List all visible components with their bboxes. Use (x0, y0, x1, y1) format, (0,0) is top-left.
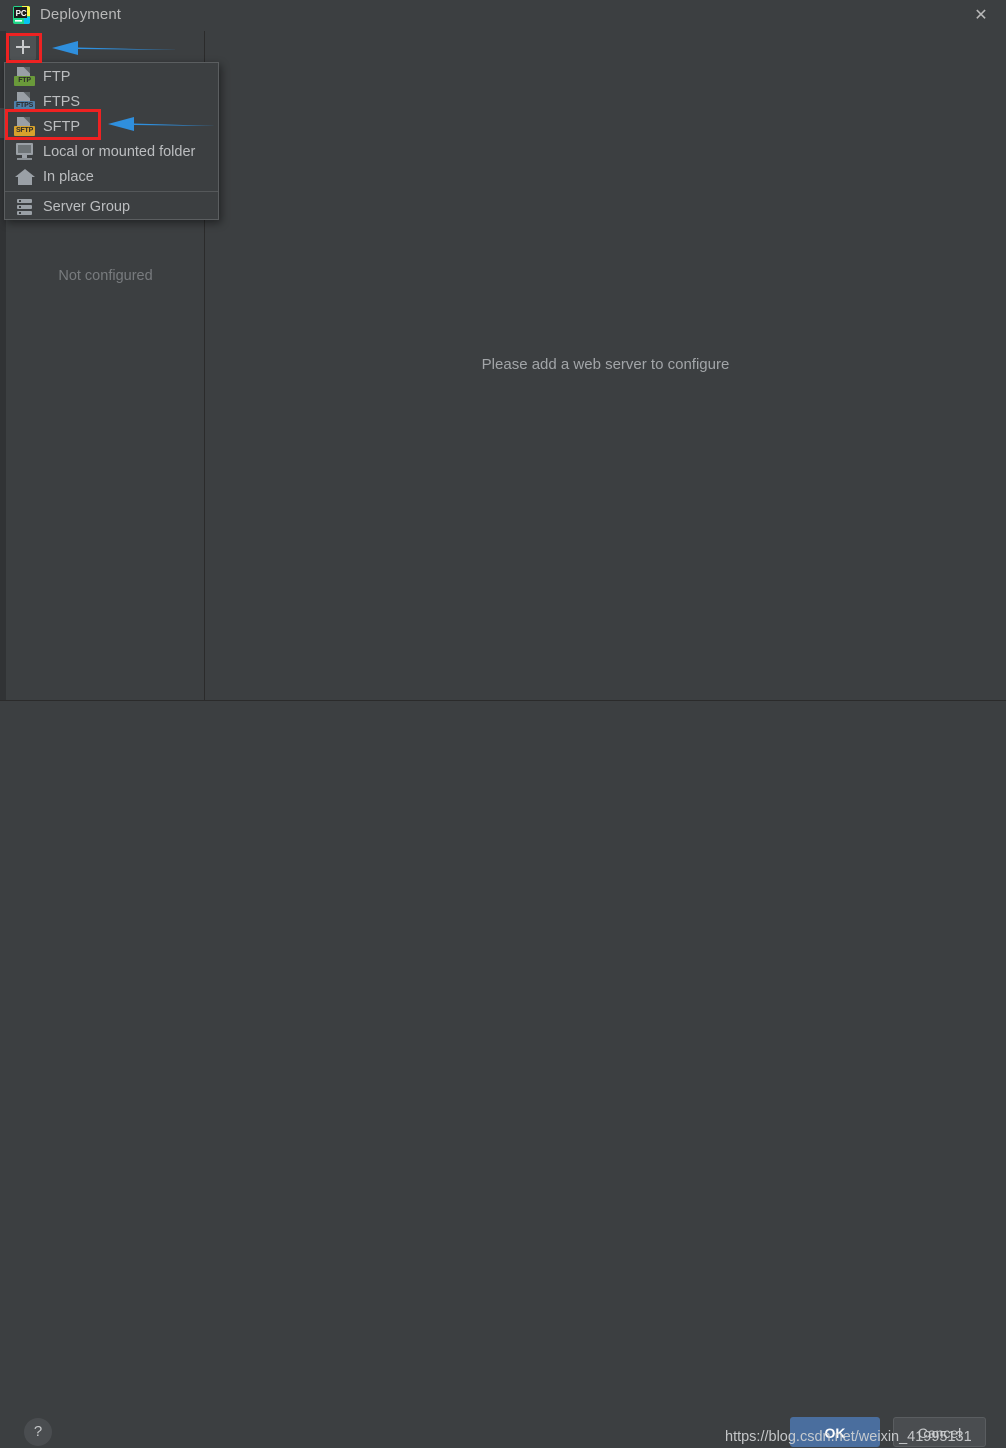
monitor-icon (14, 142, 36, 162)
empty-state-message: Please add a web server to configure (481, 356, 730, 373)
menu-item-in-place[interactable]: In place (5, 164, 218, 189)
plus-icon-vertical (22, 40, 24, 54)
menu-separator (5, 191, 218, 192)
menu-item-label: Local or mounted folder (43, 143, 196, 160)
menu-item-sftp[interactable]: SFTP SFTP (5, 114, 218, 139)
menu-item-label: FTP (43, 68, 71, 85)
close-icon[interactable]: ✕ (970, 5, 992, 27)
ftp-icon: FTP (14, 66, 36, 87)
add-server-dropdown-menu[interactable]: FTP FTP FTPS FTPS SFTP SFTP Local or mou… (4, 62, 219, 220)
menu-item-local-or-mounted-folder[interactable]: Local or mounted folder (5, 139, 218, 164)
server-group-icon (14, 197, 36, 217)
deployment-dialog: PC Deployment ✕ Not configured Please ad… (0, 0, 1006, 1447)
dialog-footer: ? OK Cancel https://blog.csdn.net/weixin… (0, 701, 1006, 1447)
pycharm-icon: PC (12, 5, 32, 26)
menu-item-label: Server Group (43, 198, 131, 215)
not-configured-label: Not configured (58, 268, 153, 284)
watermark-text: https://blog.csdn.net/weixin_41995131 (725, 1429, 972, 1445)
home-icon (14, 167, 36, 187)
ftp-tag-label: FTP (14, 75, 35, 86)
sftp-tag-label: SFTP (14, 125, 35, 136)
configuration-content-area: Please add a web server to configure (205, 31, 1006, 700)
menu-item-label: In place (43, 168, 94, 185)
help-button[interactable]: ? (24, 1418, 52, 1446)
menu-item-ftps[interactable]: FTPS FTPS (5, 89, 218, 114)
page-title: Deployment (40, 6, 122, 23)
sftp-icon: SFTP (14, 116, 36, 137)
ftps-tag-label: FTPS (14, 100, 35, 111)
menu-item-ftp[interactable]: FTP FTP (5, 64, 218, 89)
menu-item-label: FTPS (43, 93, 81, 110)
svg-text:PC: PC (16, 9, 27, 18)
menu-item-label: SFTP (43, 118, 81, 135)
menu-item-server-group[interactable]: Server Group (5, 194, 218, 219)
title-bar: PC Deployment ✕ (0, 0, 1006, 31)
ftps-icon: FTPS (14, 91, 36, 112)
add-server-button[interactable] (10, 34, 36, 60)
